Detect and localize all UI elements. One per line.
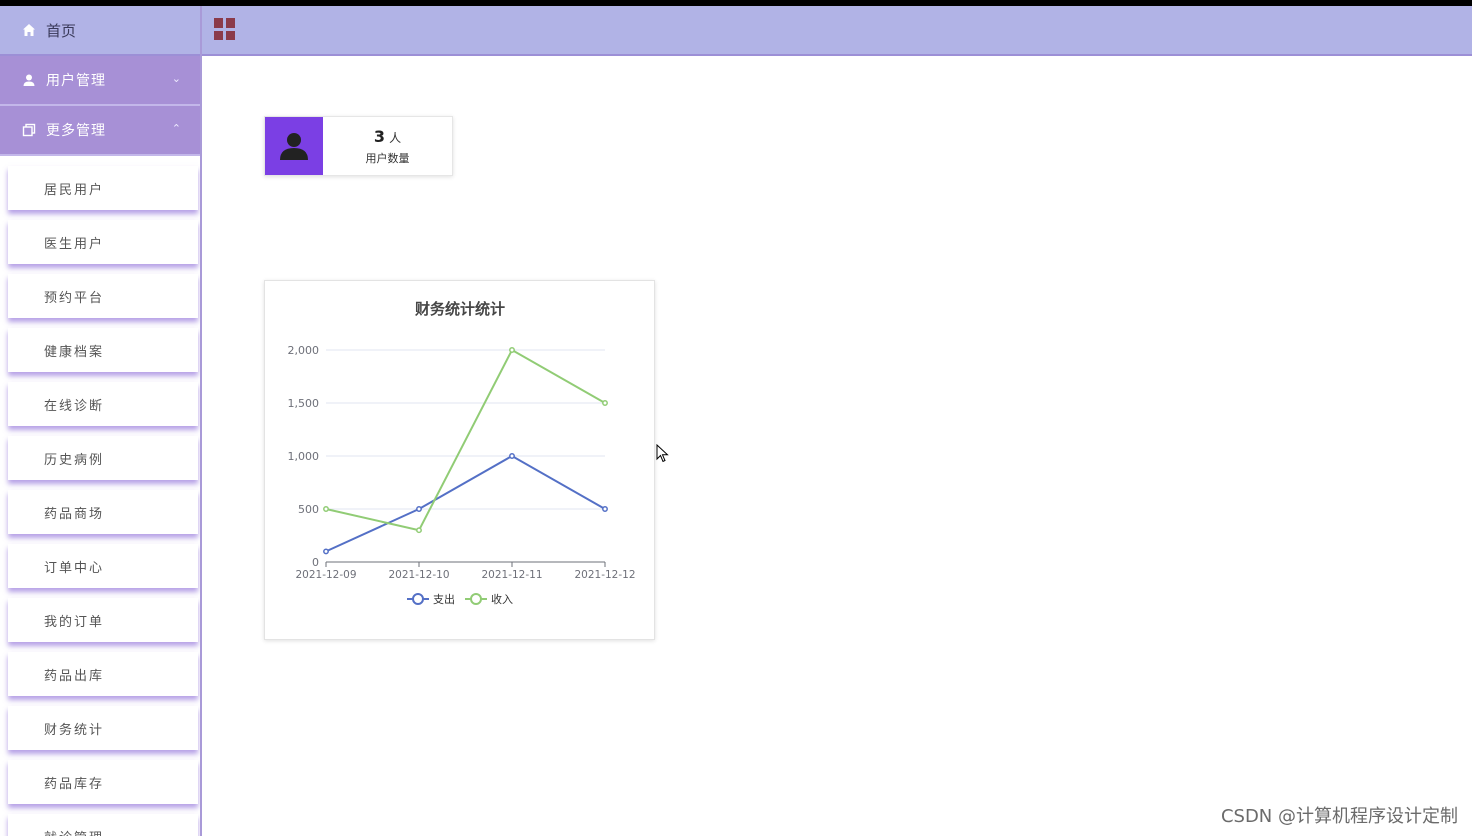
data-point	[602, 400, 608, 406]
user-count-label: 用户数量	[365, 151, 410, 165]
legend-label-1: 收入	[491, 592, 513, 606]
series-line-1	[325, 348, 606, 532]
legend-marker-0	[412, 593, 424, 605]
line-chart: 财务统计统计 0 500 1,000 1,500 2,000 2021-12-09 2021-…	[288, 300, 636, 606]
sidebar-item-online-diagnosis[interactable]: 在线诊断	[8, 382, 198, 426]
sidebar-group-label: 用户管理	[46, 73, 106, 89]
top-header	[202, 6, 1472, 56]
mouse-cursor-icon	[656, 444, 669, 463]
card-icon-box	[265, 117, 323, 175]
data-point	[416, 506, 422, 512]
sidebar-item-visit-management[interactable]: 就诊管理	[8, 814, 198, 836]
user-count-card: 3人 用户数量	[264, 116, 453, 176]
sidebar-item-drug-mall[interactable]: 药品商场	[8, 490, 198, 534]
grid-cell	[226, 18, 235, 28]
y-tick-label: 1,500	[288, 397, 320, 410]
sidebar-group-users[interactable]: 用户管理 ⌄	[0, 56, 200, 106]
data-point	[416, 527, 422, 534]
person-icon	[280, 133, 308, 160]
chart-title: 财务统计统计	[415, 300, 505, 318]
sidebar-item-finance-stats[interactable]: 财务统计	[8, 706, 198, 750]
data-point	[323, 506, 329, 512]
y-tick-label: 2,000	[288, 344, 320, 357]
sidebar-item-home[interactable]: 首页	[0, 6, 200, 56]
data-point	[602, 506, 608, 512]
sidebar-group-label: 更多管理	[46, 123, 106, 139]
y-tick-label: 0	[312, 556, 319, 569]
x-tick-label: 2021-12-10	[388, 569, 449, 581]
grid-cell	[214, 30, 223, 40]
y-tick-label: 1,000	[288, 450, 320, 463]
data-point	[509, 453, 515, 459]
data-point	[323, 548, 329, 555]
legend-label-0: 支出	[433, 592, 455, 606]
sidebar-item-drug-outbound[interactable]: 药品出库	[8, 652, 198, 696]
sidebar-item-appointments[interactable]: 预约平台	[8, 274, 198, 318]
copy-icon	[22, 123, 36, 137]
sidebar-item-residents[interactable]: 居民用户	[8, 166, 198, 210]
x-tick-label: 2021-12-12	[574, 569, 635, 581]
sidebar-item-my-orders[interactable]: 我的订单	[8, 598, 198, 642]
sidebar-item-doctors[interactable]: 医生用户	[8, 220, 198, 264]
home-icon	[23, 24, 35, 36]
sidebar-item-history-cases[interactable]: 历史病例	[8, 436, 198, 480]
sidebar-group-more[interactable]: 更多管理 ⌃	[0, 106, 200, 156]
sidebar-item-order-center[interactable]: 订单中心	[8, 544, 198, 588]
series-line-0	[325, 454, 606, 553]
card-body: 3人 用户数量	[323, 117, 452, 175]
y-tick-label: 500	[298, 503, 319, 516]
grid-cell	[226, 30, 235, 40]
user-count-value: 3	[373, 126, 386, 146]
chevron-down-icon[interactable]: ⌄	[172, 72, 182, 85]
chevron-up-icon[interactable]: ⌃	[172, 122, 182, 135]
user-count-unit: 人	[389, 130, 402, 145]
data-point	[509, 347, 515, 353]
card-value-row: 3人	[374, 127, 401, 146]
finance-chart: 财务统计统计 0 500 1,000 1,500 2,000 2021-12-09 2021-…	[264, 280, 655, 640]
grid-cell	[214, 18, 223, 28]
user-icon	[23, 74, 35, 86]
sidebar: 首页 用户管理 ⌄ 更多管理 ⌃ 居民用户 医生用户 预约平台 健康档案 在线诊…	[0, 6, 202, 836]
sidebar-item-health-records[interactable]: 健康档案	[8, 328, 198, 372]
grid-icon[interactable]	[214, 18, 236, 40]
x-tick-label: 2021-12-11	[481, 569, 542, 581]
watermark: CSDN @计算机程序设计定制	[1220, 806, 1458, 827]
sidebar-home-label: 首页	[46, 21, 77, 40]
x-tick-label: 2021-12-09	[295, 569, 356, 581]
legend-marker-1	[470, 593, 482, 605]
sidebar-item-drug-inventory[interactable]: 药品库存	[8, 760, 198, 804]
